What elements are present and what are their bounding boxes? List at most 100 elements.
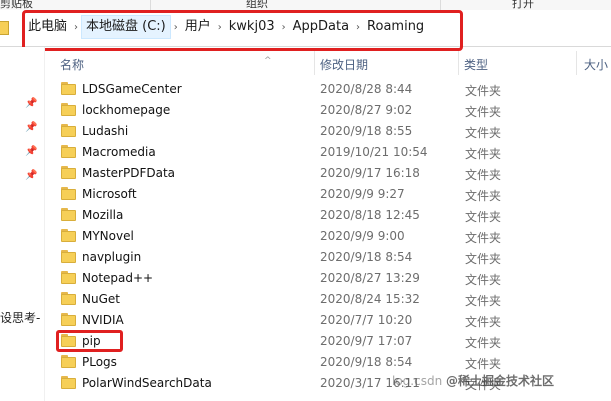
file-type: 文件夹: [465, 273, 502, 287]
list-item[interactable]: MasterPDFData 2020/9/17 16:18 文件夹: [44, 163, 611, 184]
file-type: 文件夹: [465, 147, 502, 161]
file-type: 文件夹: [465, 336, 502, 350]
folder-icon: [61, 187, 76, 200]
breadcrumb-item-local-disk[interactable]: 本地磁盘 (C:): [81, 15, 171, 39]
folder-icon: [61, 229, 76, 242]
nav-item-partial[interactable]: 设思考-: [0, 309, 40, 326]
file-name: pip: [82, 334, 101, 348]
folder-icon: [61, 82, 76, 95]
file-date: 2020/8/18 12:45: [320, 208, 420, 222]
list-item[interactable]: LDSGameCenter 2020/8/28 8:44 文件夹: [44, 79, 611, 100]
address-bar[interactable]: 此电脑 › 本地磁盘 (C:) › 用户 › kwkj03 › AppData …: [0, 10, 611, 51]
column-divider[interactable]: [458, 51, 459, 75]
file-type: 文件夹: [465, 210, 502, 224]
list-item[interactable]: lockhomepage 2020/8/27 9:02 文件夹: [44, 100, 611, 121]
folder-icon: [61, 376, 76, 389]
file-date: 2020/9/9 9:27: [320, 187, 405, 201]
file-date: 2020/9/18 8:54: [320, 355, 413, 369]
file-name: NuGet: [82, 292, 120, 306]
file-date: 2020/9/18 8:54: [320, 250, 413, 264]
file-name: Microsoft: [82, 187, 137, 201]
chevron-right-icon[interactable]: ›: [215, 22, 225, 33]
file-type: 文件夹: [465, 168, 502, 182]
breadcrumb-item-roaming[interactable]: Roaming: [363, 16, 428, 38]
folder-icon: [61, 271, 76, 284]
file-date: 2020/9/18 8:55: [320, 124, 413, 138]
file-date: 2020/7/7 10:20: [320, 313, 413, 327]
file-type: 文件夹: [465, 294, 502, 308]
file-date: 2020/9/7 17:07: [320, 334, 413, 348]
file-type: 文件夹: [465, 126, 502, 140]
chevron-right-icon[interactable]: ›: [71, 22, 81, 33]
folder-icon: [61, 313, 76, 326]
file-type: 文件夹: [465, 84, 502, 98]
chevron-right-icon[interactable]: ›: [279, 22, 289, 33]
list-item[interactable]: pip 2020/9/7 17:07 文件夹: [44, 331, 611, 352]
file-date: 2020/9/9 9:00: [320, 229, 405, 243]
list-item[interactable]: Notepad++ 2020/8/27 13:29 文件夹: [44, 268, 611, 289]
watermark-faint: log.csdn: [392, 374, 443, 388]
column-header-name[interactable]: 名称: [60, 56, 84, 73]
file-type: 文件夹: [465, 189, 502, 203]
list-item[interactable]: PLogs 2020/9/18 8:54 文件夹: [44, 352, 611, 373]
pin-icon[interactable]: 📌: [25, 99, 37, 109]
folder-icon: [61, 166, 76, 179]
file-date: 2020/9/17 16:18: [320, 166, 420, 180]
folder-icon: [61, 292, 76, 305]
watermark: log.csdn @稀土掘金技术社区: [392, 372, 554, 389]
watermark-strong: @稀土掘金技术社区: [446, 374, 555, 388]
list-item[interactable]: NVIDIA 2020/7/7 10:20 文件夹: [44, 310, 611, 331]
list-item[interactable]: NuGet 2020/8/24 15:32 文件夹: [44, 289, 611, 310]
ribbon-divider: [440, 0, 441, 10]
column-divider[interactable]: [576, 51, 577, 75]
list-item[interactable]: Microsoft 2020/9/9 9:27 文件夹: [44, 184, 611, 205]
file-name: NVIDIA: [82, 313, 124, 327]
breadcrumb[interactable]: 此电脑 › 本地磁盘 (C:) › 用户 › kwkj03 › AppData …: [24, 12, 464, 42]
file-type: 文件夹: [465, 315, 502, 329]
file-name: LDSGameCenter: [82, 82, 182, 96]
folder-icon: [61, 334, 76, 347]
breadcrumb-item-users[interactable]: 用户: [181, 16, 215, 38]
file-name: lockhomepage: [82, 103, 171, 117]
pin-icon[interactable]: 📌: [25, 147, 37, 157]
file-name: Ludashi: [82, 124, 129, 138]
file-list: LDSGameCenter 2020/8/28 8:44 文件夹 lockhomep…: [44, 79, 611, 394]
pin-icon[interactable]: 📌: [25, 171, 37, 181]
file-name: PLogs: [82, 355, 117, 369]
file-date: 2019/10/21 10:54: [320, 145, 428, 159]
folder-icon: [0, 21, 9, 35]
list-item[interactable]: Macromedia 2019/10/21 10:54 文件夹: [44, 142, 611, 163]
ribbon-divider: [150, 0, 151, 10]
column-divider[interactable]: [314, 51, 315, 75]
chevron-right-icon[interactable]: ›: [171, 22, 181, 33]
file-date: 2020/8/27 9:02: [320, 103, 413, 117]
chevron-right-icon[interactable]: ›: [353, 22, 363, 33]
breadcrumb-item-this-pc[interactable]: 此电脑: [24, 16, 71, 38]
file-name: MYNovel: [82, 229, 134, 243]
list-item[interactable]: MYNovel 2020/9/9 9:00 文件夹: [44, 226, 611, 247]
file-name: PolarWindSearchData: [82, 376, 212, 390]
folder-icon: [61, 124, 76, 137]
column-header-size[interactable]: 大小: [584, 56, 608, 73]
column-headers: ^ 名称 修改日期 类型 大小: [44, 47, 611, 77]
list-item[interactable]: Mozilla 2020/8/18 12:45 文件夹: [44, 205, 611, 226]
navigation-pane: 📌 📌 📌 📌 设思考-: [0, 47, 45, 401]
file-name: MasterPDFData: [82, 166, 176, 180]
breadcrumb-item-user[interactable]: kwkj03: [225, 16, 279, 38]
file-name: Macromedia: [82, 145, 156, 159]
folder-icon: [61, 250, 76, 263]
file-date: 2020/8/28 8:44: [320, 82, 413, 96]
column-header-type[interactable]: 类型: [464, 56, 488, 73]
folder-icon: [61, 103, 76, 116]
file-name: Notepad++: [82, 271, 154, 285]
chevron-up-icon[interactable]: ^: [264, 56, 272, 66]
list-item[interactable]: Ludashi 2020/9/18 8:55 文件夹: [44, 121, 611, 142]
folder-icon: [61, 208, 76, 221]
list-item[interactable]: navplugin 2020/9/18 8:54 文件夹: [44, 247, 611, 268]
file-explorer-window: 剪贴板 组织 打开 此电脑 › 本地磁盘 (C:) › 用户 › kwkj03 …: [0, 0, 611, 401]
pin-icon[interactable]: 📌: [25, 123, 37, 133]
file-date: 2020/8/27 13:29: [320, 271, 420, 285]
column-header-date[interactable]: 修改日期: [320, 56, 368, 73]
file-name: navplugin: [82, 250, 142, 264]
breadcrumb-item-appdata[interactable]: AppData: [289, 16, 353, 38]
